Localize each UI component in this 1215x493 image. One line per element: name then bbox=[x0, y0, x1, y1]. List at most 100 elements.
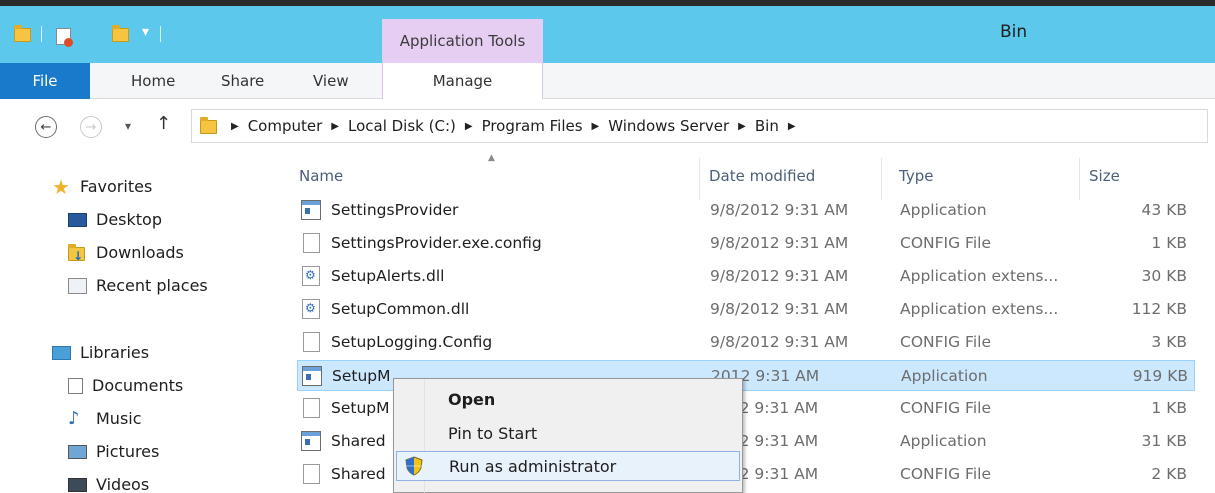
nav-music[interactable]: ♪ Music bbox=[68, 409, 142, 428]
file-date-modified: 9/8/2012 9:31 AM bbox=[710, 201, 849, 219]
arrow-left-icon: ← bbox=[40, 119, 52, 135]
chevron-right-icon[interactable]: ▶ bbox=[592, 121, 600, 132]
nav-label: Libraries bbox=[80, 343, 150, 362]
table-row[interactable]: SetupAlerts.dll 9/8/2012 9:31 AM Applicati… bbox=[297, 261, 1195, 292]
recent-places-icon bbox=[68, 277, 87, 294]
column-divider[interactable] bbox=[881, 158, 882, 200]
table-row[interactable]: SetupLogging.Config 9/8/2012 9:31 AM CONFI… bbox=[297, 327, 1195, 358]
nav-favorites[interactable]: ★ Favorites bbox=[52, 174, 153, 199]
breadcrumb-windows-server[interactable]: Windows Server bbox=[608, 117, 729, 135]
dll-icon bbox=[302, 299, 320, 319]
folder-icon bbox=[14, 25, 31, 42]
file-name: SettingsProvider bbox=[331, 201, 459, 219]
chevron-right-icon[interactable]: ▶ bbox=[465, 121, 473, 132]
file-type: CONFIG File bbox=[900, 399, 991, 417]
tab-file[interactable]: File bbox=[0, 63, 90, 99]
menu-item-label: Open bbox=[448, 389, 496, 409]
file-size: 2 KB bbox=[1151, 465, 1187, 483]
app-icon bbox=[301, 431, 321, 451]
file-name: SetupM bbox=[332, 367, 391, 385]
menu-item-label: Pin to Start bbox=[448, 423, 538, 443]
customize-quick-access-icon[interactable]: ▾ bbox=[142, 24, 149, 40]
tab-share[interactable]: Share bbox=[221, 63, 264, 99]
up-button[interactable]: ↑ bbox=[156, 113, 171, 134]
breadcrumb-computer[interactable]: Computer bbox=[248, 117, 323, 135]
chevron-right-icon[interactable]: ▶ bbox=[788, 121, 796, 132]
nav-downloads[interactable]: ↓ Downloads bbox=[68, 243, 184, 263]
star-icon: ★ bbox=[52, 174, 70, 199]
file-size: 3 KB bbox=[1151, 333, 1187, 351]
app-icon bbox=[301, 200, 321, 220]
config-file-icon bbox=[303, 332, 320, 352]
properties-icon[interactable] bbox=[56, 28, 73, 47]
nav-libraries[interactable]: Libraries bbox=[52, 343, 149, 362]
nav-desktop[interactable]: Desktop bbox=[68, 210, 162, 229]
table-row[interactable]: SettingsProvider 9/8/2012 9:31 AM Applicat… bbox=[297, 195, 1195, 226]
title-bar: ▾ Application Tools Bin bbox=[0, 0, 1215, 63]
nav-label: Pictures bbox=[96, 442, 160, 461]
file-type: CONFIG File bbox=[900, 234, 991, 252]
pictures-icon bbox=[68, 444, 87, 459]
chevron-right-icon[interactable]: ▶ bbox=[738, 121, 746, 132]
libraries-icon bbox=[52, 345, 71, 360]
chevron-right-icon[interactable]: ▶ bbox=[231, 121, 239, 132]
column-divider[interactable] bbox=[699, 158, 700, 200]
column-header-type[interactable]: Type bbox=[899, 167, 933, 185]
videos-icon bbox=[68, 477, 87, 492]
title-bar-edge bbox=[0, 0, 1215, 6]
navigation-pane: ★ Favorites Desktop ↓ Downloads Recent p… bbox=[0, 153, 270, 493]
new-folder-icon[interactable] bbox=[112, 25, 129, 42]
tab-manage[interactable]: Manage bbox=[382, 63, 543, 99]
file-name: SetupCommon.dll bbox=[331, 300, 470, 318]
nav-label: Favorites bbox=[80, 177, 153, 196]
nav-videos[interactable]: Videos bbox=[68, 475, 149, 493]
file-date-modified: 9/8/2012 9:31 AM bbox=[710, 234, 849, 252]
file-date-modified: 9/8/2012 9:31 AM bbox=[710, 267, 849, 285]
file-date-modified: 9/8/2012 9:31 AM bbox=[710, 300, 849, 318]
ribbon-tabs: File Home Share View Manage bbox=[0, 63, 1215, 99]
tab-view[interactable]: View bbox=[313, 63, 349, 99]
breadcrumb-bin[interactable]: Bin bbox=[755, 117, 779, 135]
nav-label: Downloads bbox=[96, 243, 184, 262]
address-row: ← → ▾ ↑ ▶ Computer ▶ Local Disk (C:) ▶ P… bbox=[0, 99, 1215, 153]
menu-item-open[interactable]: Open bbox=[396, 384, 740, 414]
table-row[interactable]: SettingsProvider.exe.config 9/8/2012 9:31… bbox=[297, 228, 1195, 259]
file-date-modified: 9/8/2012 9:31 AM bbox=[710, 333, 849, 351]
chevron-right-icon[interactable]: ▶ bbox=[331, 121, 339, 132]
application-tools-label: Application Tools bbox=[382, 19, 543, 63]
column-header-size[interactable]: Size bbox=[1089, 167, 1120, 185]
uac-shield-icon bbox=[405, 456, 423, 476]
file-size: 43 KB bbox=[1141, 201, 1187, 219]
file-size: 30 KB bbox=[1141, 267, 1187, 285]
address-bar[interactable]: ▶ Computer ▶ Local Disk (C:) ▶ Program F… bbox=[191, 109, 1208, 143]
breadcrumb-program-files[interactable]: Program Files bbox=[482, 117, 583, 135]
breadcrumb-local-disk[interactable]: Local Disk (C:) bbox=[348, 117, 456, 135]
file-size: 919 KB bbox=[1132, 367, 1188, 385]
file-type: Application bbox=[901, 367, 988, 385]
menu-item-run-as-administrator[interactable]: Run as administrator bbox=[396, 451, 740, 481]
nav-label: Desktop bbox=[96, 210, 162, 229]
qa-separator bbox=[41, 26, 42, 42]
column-divider[interactable] bbox=[1079, 158, 1080, 200]
nav-recent-places[interactable]: Recent places bbox=[68, 276, 208, 295]
file-name: SetupM bbox=[331, 399, 390, 417]
recent-locations-dropdown[interactable]: ▾ bbox=[125, 119, 131, 133]
file-type: CONFIG File bbox=[900, 333, 991, 351]
config-file-icon bbox=[303, 464, 320, 484]
file-name: SetupLogging.Config bbox=[331, 333, 493, 351]
nav-label: Music bbox=[96, 409, 142, 428]
column-header-name[interactable]: Name bbox=[299, 167, 343, 185]
back-button[interactable]: ← bbox=[35, 116, 57, 138]
nav-pictures[interactable]: Pictures bbox=[68, 442, 159, 461]
arrow-up-icon: ↑ bbox=[156, 113, 172, 134]
column-header-date-modified[interactable]: Date modified bbox=[709, 167, 815, 185]
table-row[interactable]: SetupCommon.dll 9/8/2012 9:31 AM Applicati… bbox=[297, 294, 1195, 325]
tab-home[interactable]: Home bbox=[131, 63, 175, 99]
config-file-icon bbox=[303, 398, 320, 418]
desktop-icon bbox=[68, 212, 87, 227]
menu-item-pin-to-start[interactable]: Pin to Start bbox=[396, 418, 740, 448]
nav-documents[interactable]: Documents bbox=[68, 376, 183, 395]
file-type: Application extens... bbox=[900, 267, 1059, 285]
forward-button[interactable]: → bbox=[80, 116, 102, 138]
file-name: Shared bbox=[331, 432, 386, 450]
